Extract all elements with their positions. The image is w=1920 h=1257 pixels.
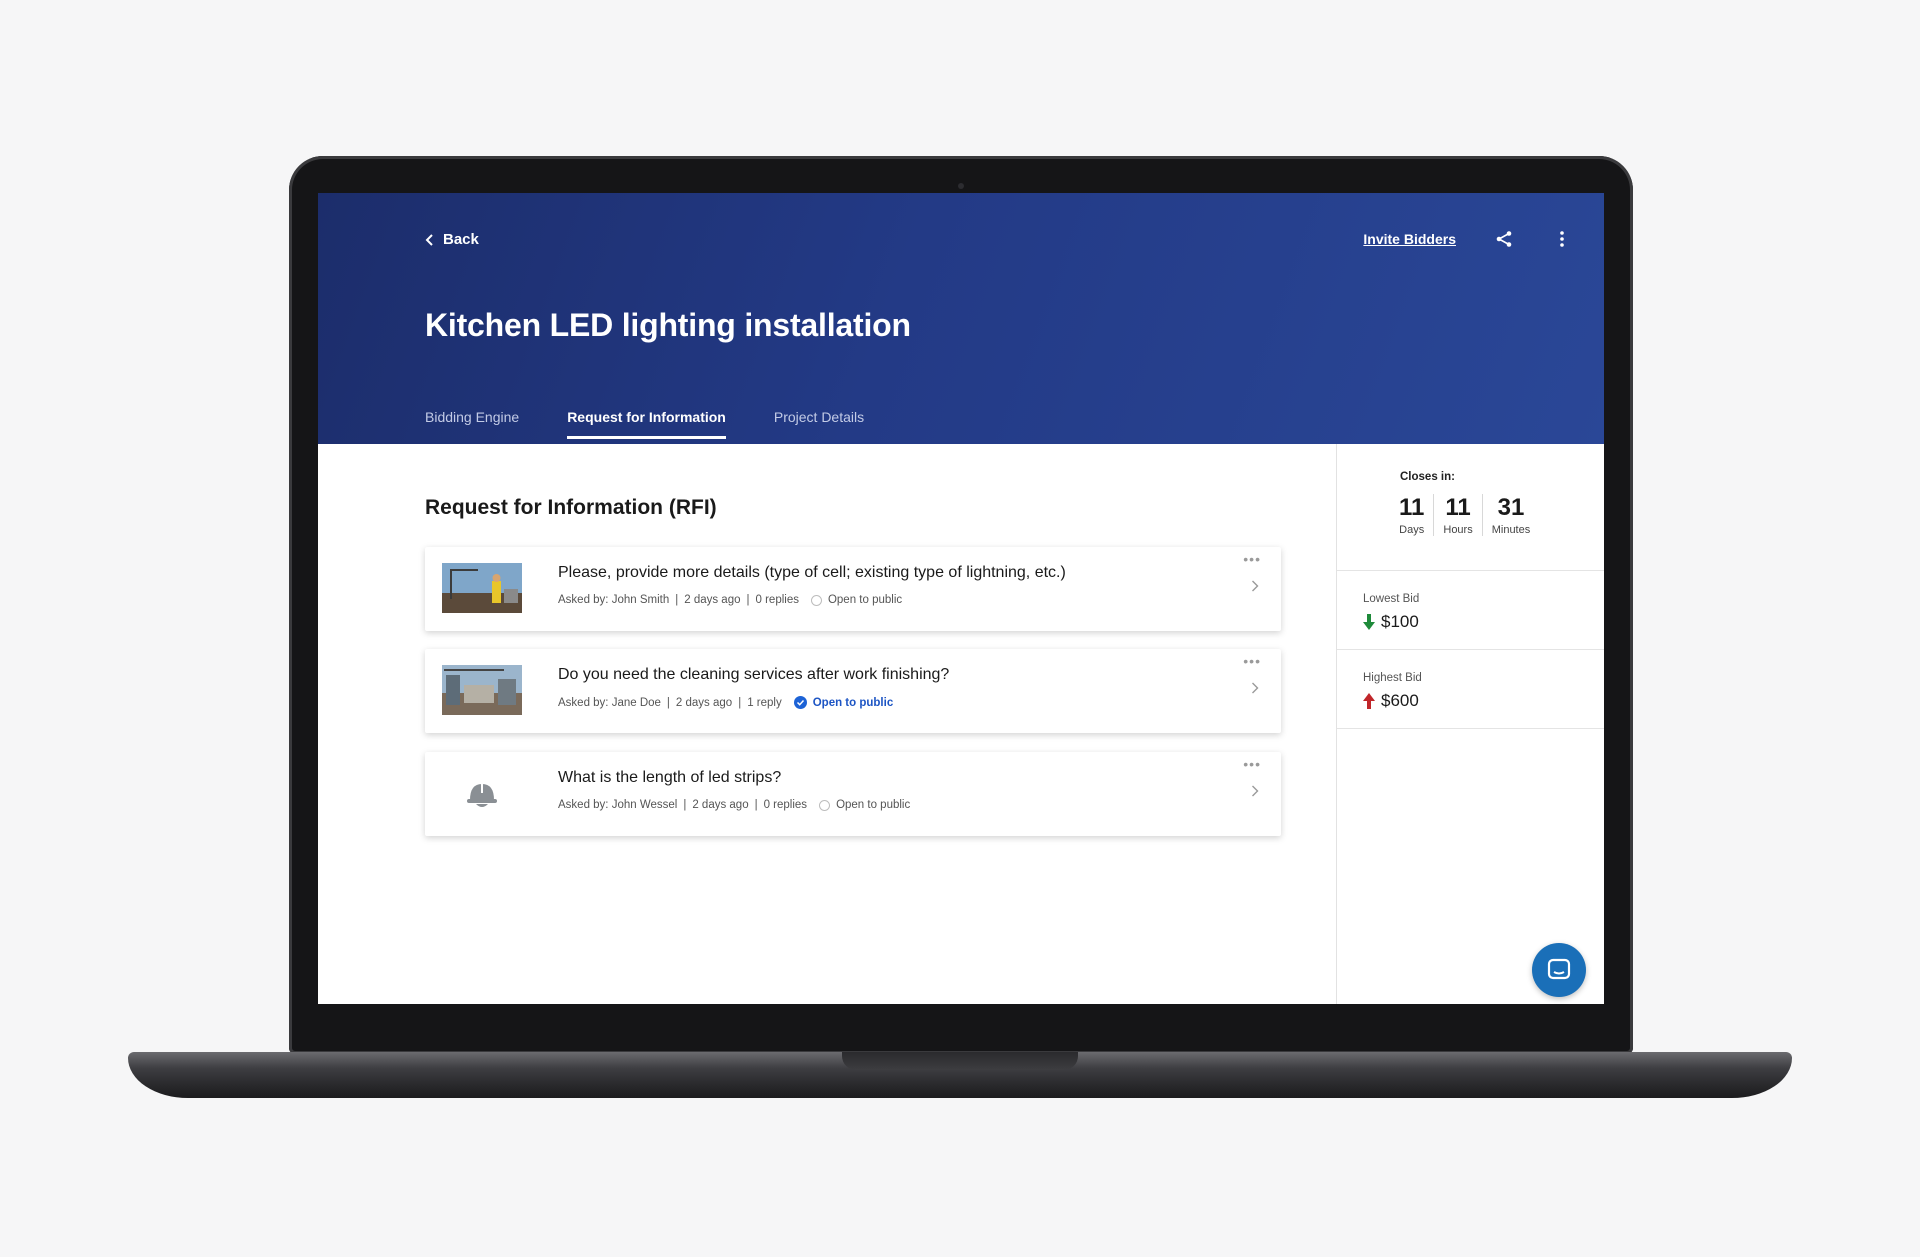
rfi-question: Do you need the cleaning services after … xyxy=(558,666,950,683)
rfi-meta: Asked by: Jane Doe | 2 days ago | 1 reply … xyxy=(558,696,893,709)
laptop-notch xyxy=(842,1052,1078,1070)
separator: | xyxy=(666,696,670,709)
rfi-replies: 0 replies xyxy=(763,799,808,811)
lowest-bid: Lowest Bid $100 xyxy=(1337,571,1604,650)
public-label: Open to public xyxy=(812,696,894,709)
countdown-days: 11 Days xyxy=(1390,494,1433,536)
screen: Back Invite Bidders Kitchen LED lighting… xyxy=(318,193,1604,1004)
back-button[interactable]: Back xyxy=(425,231,479,248)
chevron-right-icon[interactable] xyxy=(1251,784,1259,802)
chevron-right-icon[interactable] xyxy=(1251,681,1259,699)
highest-bid-value: $600 xyxy=(1381,691,1419,710)
share-icon[interactable] xyxy=(1494,229,1514,249)
construction-worker-photo xyxy=(442,563,522,613)
main-content: Request for Information (RFI) Please, pr… xyxy=(318,444,1336,1004)
countdown-unit: Minutes xyxy=(1491,524,1531,536)
rfi-age: 2 days ago xyxy=(692,799,749,811)
more-horizontal-icon[interactable]: ••• xyxy=(1243,653,1261,669)
countdown-unit: Days xyxy=(1399,524,1425,536)
separator: | xyxy=(754,799,758,811)
public-label: Open to public xyxy=(836,799,911,811)
chat-icon xyxy=(1547,958,1571,980)
more-horizontal-icon[interactable]: ••• xyxy=(1243,551,1261,567)
chevron-right-icon[interactable] xyxy=(1251,579,1259,597)
check-circle-icon xyxy=(793,696,807,709)
rfi-asked-by: Asked by: Jane Doe xyxy=(558,696,661,709)
rfi-replies: 0 replies xyxy=(755,594,799,606)
rfi-replies: 1 reply xyxy=(747,696,782,709)
highest-bid-value-row: $600 xyxy=(1363,691,1419,711)
countdown-hours: 11 Hours xyxy=(1433,494,1481,536)
section-title: Request for Information (RFI) xyxy=(425,496,717,519)
construction-site-photo xyxy=(442,665,522,715)
invite-bidders-link[interactable]: Invite Bidders xyxy=(1363,231,1456,247)
hard-hat-icon xyxy=(442,768,522,818)
separator: | xyxy=(683,799,687,811)
rfi-card[interactable]: Do you need the cleaning services after … xyxy=(425,649,1281,733)
rfi-meta: Asked by: John Smith | 2 days ago | 0 repl… xyxy=(558,594,902,606)
rfi-card[interactable]: Please, provide more details (type of ce… xyxy=(425,547,1281,631)
countdown-value: 11 xyxy=(1399,494,1425,521)
countdown-value: 11 xyxy=(1445,494,1471,521)
countdown-unit: Hours xyxy=(1443,524,1473,536)
countdown-panel: Closes in: 11 Days 11 Hours 31 Minutes xyxy=(1337,444,1604,571)
public-toggle[interactable]: Open to public xyxy=(810,594,903,606)
separator: | xyxy=(746,594,750,606)
countdown-minutes: 31 Minutes xyxy=(1481,494,1540,536)
tab-request-for-information[interactable]: Request for Information xyxy=(567,409,726,439)
arrow-down-icon xyxy=(1363,614,1375,630)
rfi-asked-by: Asked by: John Wessel xyxy=(558,799,678,811)
back-label: Back xyxy=(443,231,479,248)
rfi-asked-by: Asked by: John Smith xyxy=(558,594,670,606)
tab-project-details[interactable]: Project Details xyxy=(774,409,864,439)
highest-bid: Highest Bid $600 xyxy=(1337,650,1604,729)
chat-button[interactable] xyxy=(1532,943,1586,997)
header-actions: Invite Bidders xyxy=(1363,229,1572,249)
rfi-question: Please, provide more details (type of ce… xyxy=(558,564,1066,581)
radio-unchecked-icon xyxy=(810,594,822,606)
public-label: Open to public xyxy=(827,594,903,606)
rfi-question: What is the length of led strips? xyxy=(558,769,782,786)
tab-bar: Bidding Engine Request for Information P… xyxy=(425,409,864,439)
page-title: Kitchen LED lighting installation xyxy=(425,307,911,343)
public-toggle[interactable]: Open to public xyxy=(793,696,894,709)
rfi-meta: Asked by: John Wessel | 2 days ago | 0 rep… xyxy=(558,799,910,811)
more-vertical-icon[interactable] xyxy=(1552,229,1572,249)
radio-unchecked-icon xyxy=(819,799,831,811)
camera xyxy=(958,183,964,189)
chevron-left-icon xyxy=(425,233,433,246)
rfi-card[interactable]: What is the length of led strips? Asked … xyxy=(425,752,1281,836)
more-horizontal-icon[interactable]: ••• xyxy=(1243,756,1261,772)
page-header: Back Invite Bidders Kitchen LED lighting… xyxy=(318,193,1604,444)
countdown: 11 Days 11 Hours 31 Minutes xyxy=(1390,494,1539,536)
lowest-bid-value: $100 xyxy=(1381,612,1419,631)
separator: | xyxy=(675,594,679,606)
lowest-bid-value-row: $100 xyxy=(1363,612,1419,632)
countdown-value: 31 xyxy=(1497,494,1525,521)
rfi-age: 2 days ago xyxy=(675,696,733,709)
separator: | xyxy=(738,696,742,709)
arrow-up-icon xyxy=(1363,693,1375,709)
bid-sidebar: Closes in: 11 Days 11 Hours 31 Minutes Lowe… xyxy=(1336,444,1604,1004)
closes-label: Closes in: xyxy=(1400,471,1455,483)
lowest-bid-label: Lowest Bid xyxy=(1363,593,1420,605)
public-toggle[interactable]: Open to public xyxy=(819,799,910,811)
highest-bid-label: Highest Bid xyxy=(1363,672,1422,684)
tab-bidding-engine[interactable]: Bidding Engine xyxy=(425,409,519,439)
rfi-age: 2 days ago xyxy=(684,594,741,606)
